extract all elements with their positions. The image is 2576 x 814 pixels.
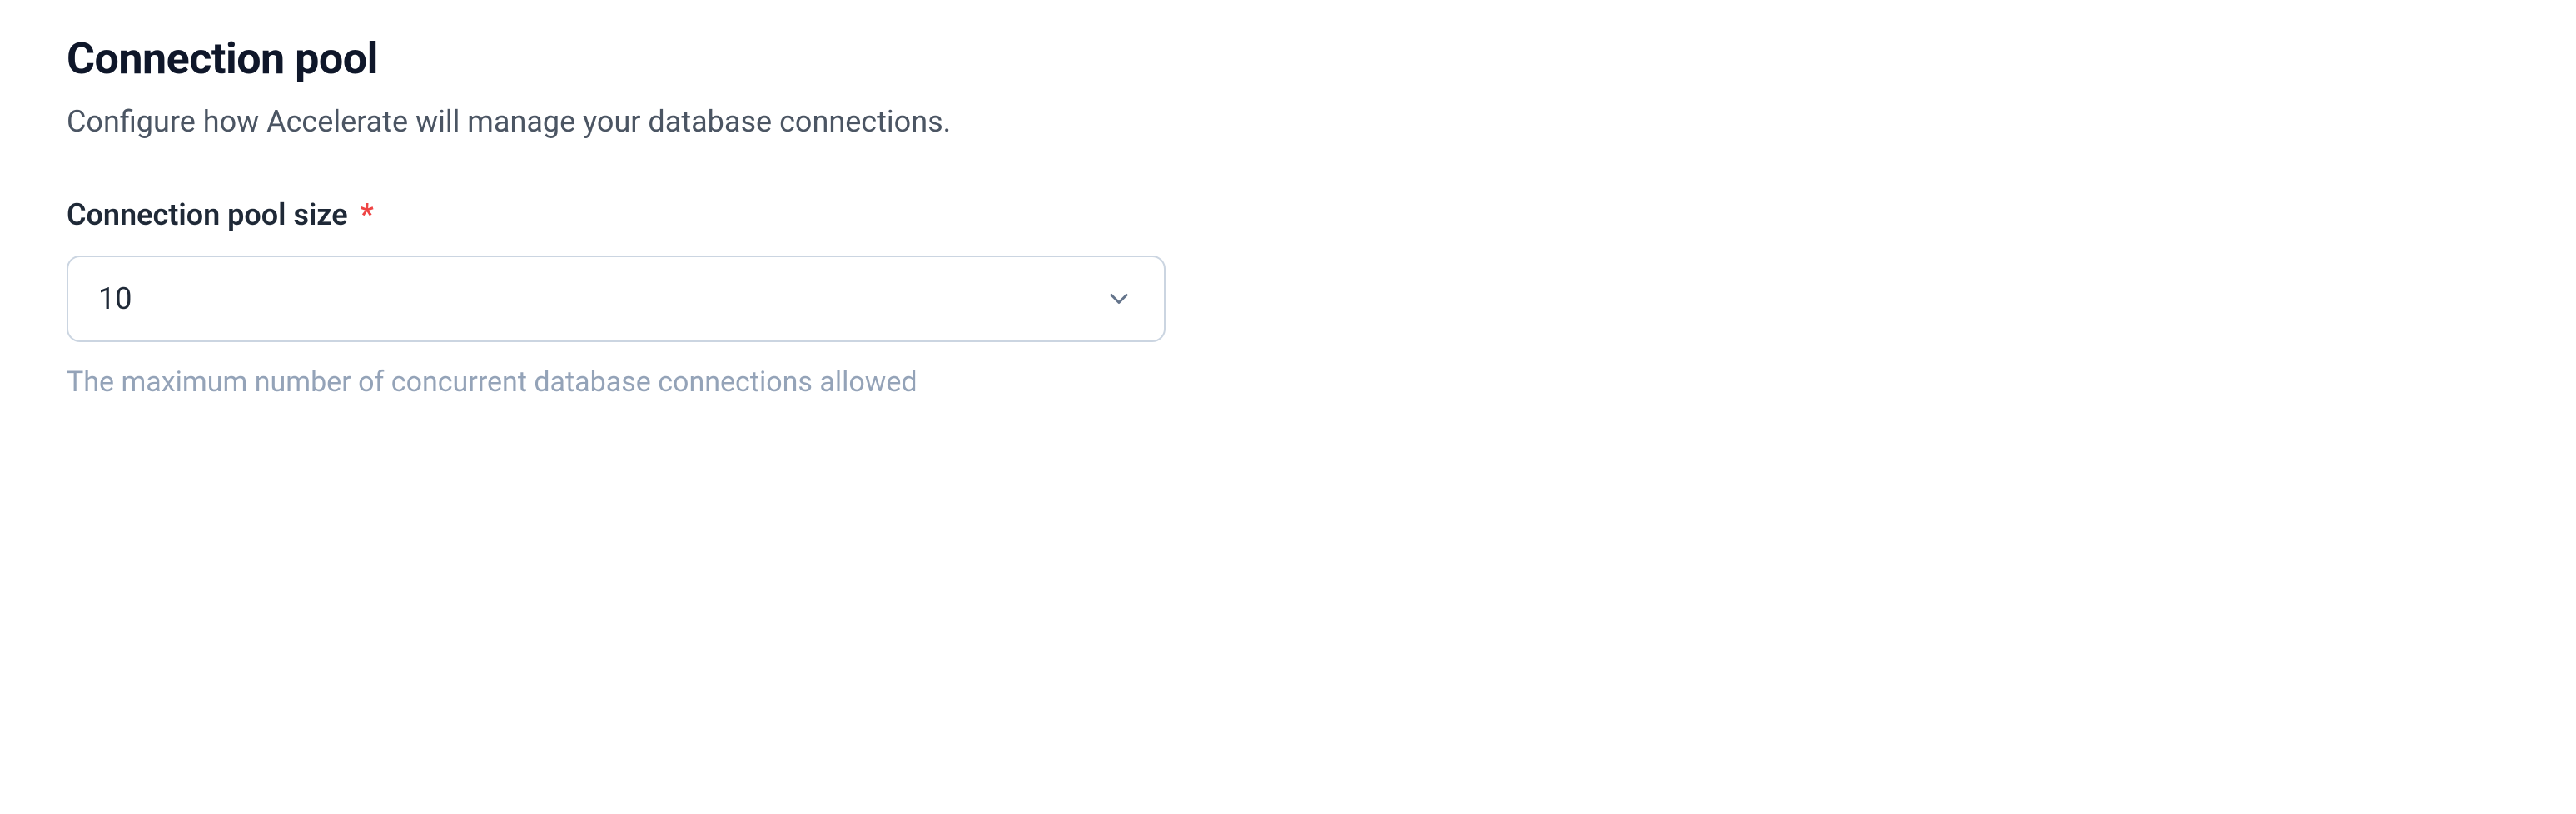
select-value: 10 xyxy=(98,281,132,316)
field-label-row: Connection pool size * xyxy=(67,197,1166,232)
field-label: Connection pool size xyxy=(67,197,348,232)
connection-pool-size-select-wrapper: 10 xyxy=(67,256,1166,342)
connection-pool-section: Connection pool Configure how Accelerate… xyxy=(67,33,1166,399)
help-text: The maximum number of concurrent databas… xyxy=(67,365,1166,399)
chevron-down-icon xyxy=(1104,284,1134,314)
required-asterisk: * xyxy=(361,197,374,232)
connection-pool-size-select[interactable]: 10 xyxy=(67,256,1166,342)
section-title: Connection pool xyxy=(67,33,1166,84)
section-description: Configure how Accelerate will manage you… xyxy=(67,104,1166,139)
